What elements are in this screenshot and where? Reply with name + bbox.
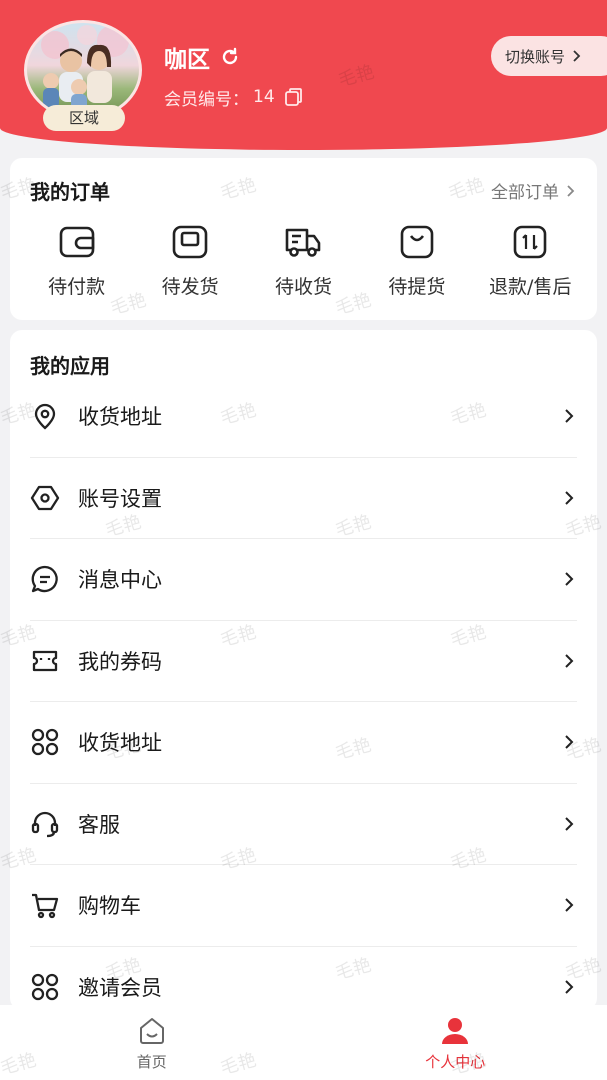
orders-card: 我的订单 全部订单 待付款 待发货 待收货 待提货 退款/售后 bbox=[10, 158, 597, 320]
bag-icon bbox=[400, 225, 434, 259]
app-label: 收货地址 bbox=[78, 405, 162, 430]
order-status-list: 待付款 待发货 待收货 待提货 退款/售后 bbox=[10, 222, 597, 312]
member-number: 14 bbox=[253, 87, 275, 107]
orders-title: 我的订单 bbox=[30, 180, 110, 204]
app-label: 客服 bbox=[78, 812, 120, 837]
all-orders-label: 全部订单 bbox=[491, 183, 559, 203]
chevron-right-icon bbox=[565, 654, 574, 668]
tab-profile[interactable]: 个人中心 bbox=[304, 1005, 607, 1080]
member-label: 会员编号： bbox=[164, 89, 249, 110]
app-label: 邀请会员 bbox=[78, 976, 162, 1001]
home-icon bbox=[139, 1018, 164, 1044]
username-row: 咖区 bbox=[164, 40, 242, 74]
order-item-label: 待收货 bbox=[274, 276, 332, 298]
chevron-right-icon bbox=[565, 898, 574, 912]
order-item-label: 待付款 bbox=[48, 276, 106, 298]
avatar-container[interactable]: 区域 bbox=[24, 20, 144, 132]
order-item-refund[interactable]: 退款/售后 bbox=[476, 222, 584, 312]
message-icon bbox=[31, 566, 58, 593]
app-row-coupons[interactable]: 我的券码 bbox=[30, 621, 577, 702]
order-item-pending-receipt[interactable]: 待收货 bbox=[249, 222, 357, 312]
refund-icon bbox=[513, 225, 547, 259]
settings-hexagon-icon bbox=[30, 485, 60, 510]
bottom-tab-bar: 首页 个人中心 bbox=[0, 1005, 607, 1080]
username: 咖区 bbox=[164, 47, 210, 73]
app-label: 购物车 bbox=[78, 894, 141, 919]
cart-icon bbox=[32, 894, 59, 919]
profile-header: 区域 咖区 会员编号： 14 切换账号 bbox=[0, 0, 607, 150]
app-list: 收货地址 账号设置 消息中心 我的券码 收货地址 客服 购物车 邀请会员 bbox=[10, 376, 597, 1028]
member-number-row: 会员编号： 14 bbox=[164, 84, 305, 110]
apps-card: 我的应用 收货地址 账号设置 消息中心 我的券码 收货地址 客服 购物车 邀请会… bbox=[10, 330, 597, 1010]
apps-title: 我的应用 bbox=[30, 354, 110, 378]
app-row-account-settings[interactable]: 账号设置 bbox=[30, 458, 577, 539]
app-row-cart[interactable]: 购物车 bbox=[30, 865, 577, 947]
chevron-right-icon bbox=[573, 50, 581, 62]
app-row-messages[interactable]: 消息中心 bbox=[30, 539, 577, 621]
order-item-label: 待发货 bbox=[161, 276, 219, 298]
switch-account-label: 切换账号 bbox=[505, 47, 566, 66]
chevron-right-icon bbox=[565, 572, 574, 586]
grid-icon bbox=[31, 729, 59, 756]
grid-icon bbox=[31, 974, 59, 1001]
location-pin-icon bbox=[34, 404, 56, 430]
app-row-customer-service[interactable]: 客服 bbox=[30, 784, 577, 865]
app-label: 消息中心 bbox=[78, 568, 162, 593]
wallet-icon bbox=[59, 226, 94, 258]
package-icon bbox=[172, 225, 208, 259]
app-label: 收货地址 bbox=[78, 731, 162, 756]
tab-home-label: 首页 bbox=[136, 1053, 167, 1071]
order-item-label: 退款/售后 bbox=[489, 276, 572, 298]
order-item-pending-shipment[interactable]: 待发货 bbox=[136, 222, 244, 312]
tab-profile-label: 个人中心 bbox=[425, 1053, 486, 1071]
switch-account-button[interactable]: 切换账号 bbox=[491, 36, 607, 76]
order-item-pending-pickup[interactable]: 待提货 bbox=[363, 222, 471, 312]
app-label: 账号设置 bbox=[78, 486, 162, 511]
ticket-icon bbox=[32, 650, 58, 671]
refresh-icon[interactable] bbox=[218, 45, 242, 69]
chevron-right-icon bbox=[565, 980, 574, 994]
app-label: 我的券码 bbox=[78, 649, 162, 674]
truck-icon bbox=[286, 228, 321, 257]
user-icon bbox=[442, 1018, 469, 1044]
chevron-right-icon bbox=[565, 409, 574, 423]
headset-icon bbox=[31, 811, 59, 837]
order-item-pending-payment[interactable]: 待付款 bbox=[23, 222, 131, 312]
chevron-right-icon bbox=[565, 735, 574, 749]
app-row-address-2[interactable]: 收货地址 bbox=[30, 702, 577, 784]
tab-home[interactable]: 首页 bbox=[0, 1005, 304, 1080]
chevron-right-icon bbox=[565, 491, 574, 505]
all-orders-link[interactable]: 全部订单 bbox=[491, 178, 575, 203]
copy-icon[interactable] bbox=[283, 86, 305, 108]
chevron-right-icon bbox=[565, 817, 574, 831]
order-item-label: 待提货 bbox=[388, 276, 446, 298]
app-row-address[interactable]: 收货地址 bbox=[30, 376, 577, 458]
chevron-right-icon bbox=[567, 184, 575, 197]
region-badge: 区域 bbox=[43, 105, 125, 131]
